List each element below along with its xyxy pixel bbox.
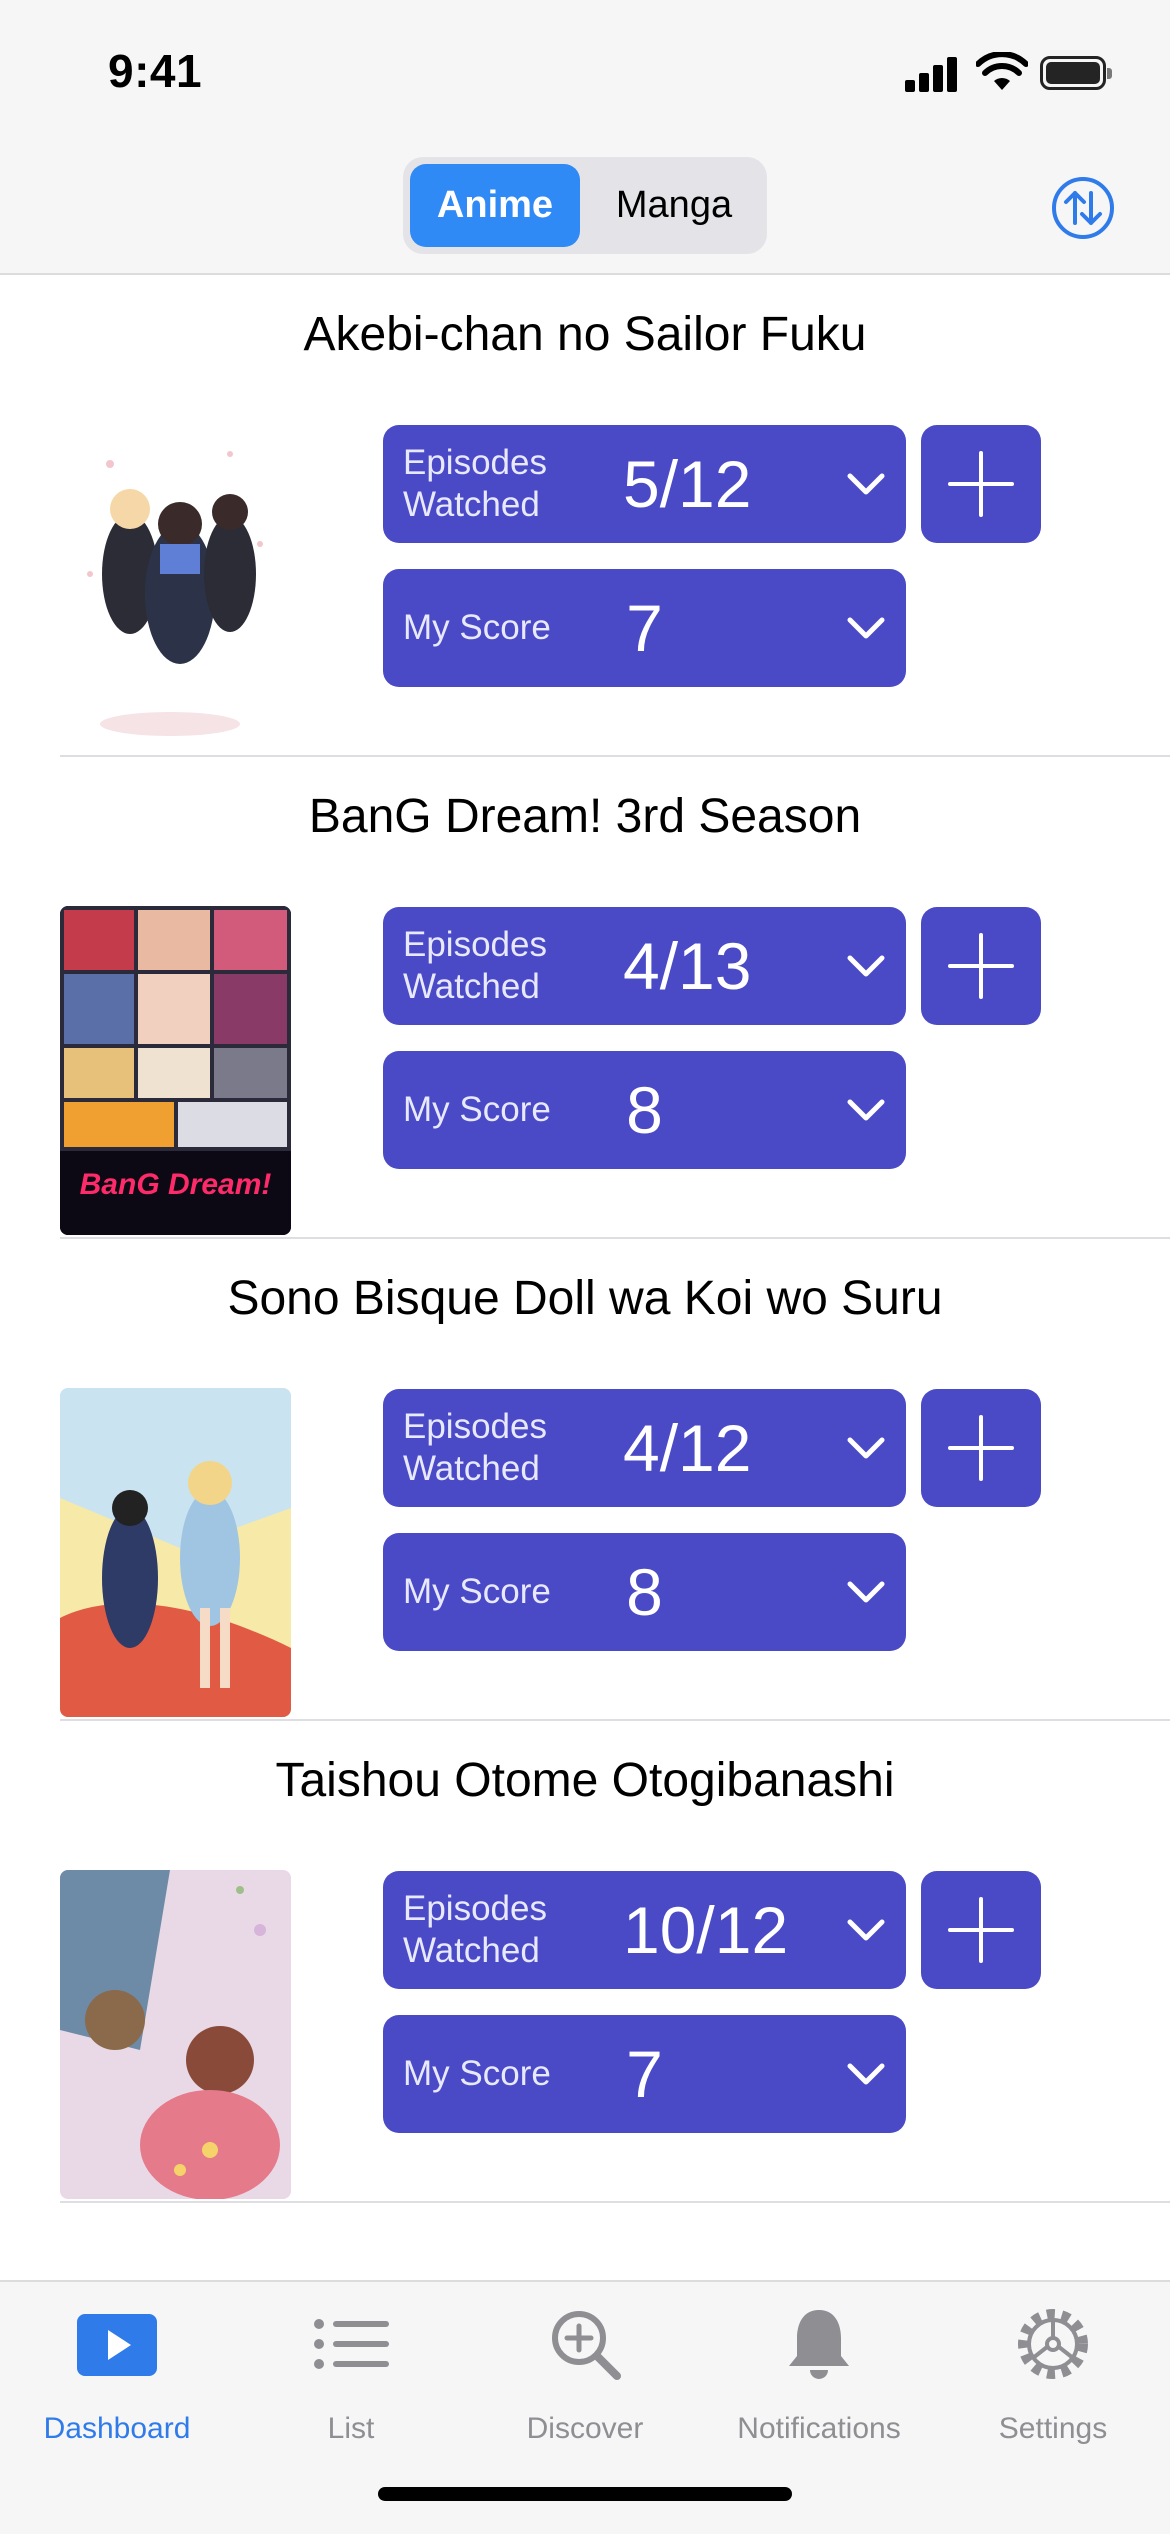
- plus-icon: [948, 1897, 1014, 1963]
- magnifier-plus-icon: [552, 2311, 621, 2380]
- episodes-watched-dropdown[interactable]: Episodes Watched 10/12: [383, 1871, 906, 1989]
- chevron-down-icon: [847, 473, 885, 495]
- home-indicator: [378, 2487, 792, 2501]
- poster-image[interactable]: [60, 424, 291, 753]
- anime-title: Sono Bisque Doll wa Koi wo Suru: [227, 1272, 943, 1325]
- my-score-dropdown[interactable]: My Score 7: [383, 569, 906, 687]
- segment-manga[interactable]: Manga: [588, 164, 760, 247]
- tab-settings[interactable]: Settings: [936, 2302, 1170, 2445]
- episodes-watched-dropdown[interactable]: Episodes Watched 4/12: [383, 1389, 906, 1507]
- chevron-down-icon: [847, 955, 885, 977]
- chevron-down-icon: [847, 1581, 885, 1603]
- chevron-down-icon: [847, 1919, 885, 1941]
- play-rectangle-icon: [77, 2314, 157, 2376]
- list-item: BanG Dream! 3rd Season BanG Dream! Episo…: [0, 757, 1170, 1239]
- battery-icon: [1040, 56, 1112, 90]
- chevron-down-icon: [847, 617, 885, 639]
- anime-title: Taishou Otome Otogibanashi: [275, 1754, 895, 1807]
- episodes-label: Episodes Watched: [403, 925, 547, 1006]
- score-value: 8: [626, 1073, 663, 1147]
- poster-image[interactable]: BanG Dream!: [60, 906, 291, 1235]
- gear-icon: [1018, 2309, 1088, 2379]
- list-icon: [314, 2319, 389, 2369]
- episodes-label: Episodes Watched: [403, 1407, 547, 1488]
- episodes-watched-dropdown[interactable]: Episodes Watched 5/12: [383, 425, 906, 543]
- tab-notifications[interactable]: Notifications: [702, 2302, 936, 2445]
- plus-icon: [948, 1415, 1014, 1481]
- episodes-value: 4/13: [623, 929, 752, 1003]
- my-score-dropdown[interactable]: My Score 7: [383, 2015, 906, 2133]
- segment-anime[interactable]: Anime: [410, 164, 580, 247]
- tab-list[interactable]: List: [234, 2302, 468, 2445]
- status-time: 9:41: [108, 45, 203, 97]
- tab-label: Notifications: [737, 2412, 901, 2445]
- chevron-down-icon: [847, 1099, 885, 1121]
- chevron-down-icon: [847, 2063, 885, 2085]
- list-item: Akebi-chan no Sailor Fuku Episodes Watch…: [0, 275, 1170, 757]
- bell-icon: [789, 2310, 849, 2379]
- episodes-label: Episodes Watched: [403, 1889, 547, 1970]
- plus-icon: [948, 933, 1014, 999]
- add-episode-button[interactable]: [921, 1871, 1041, 1989]
- tab-discover[interactable]: Discover: [468, 2302, 702, 2445]
- cellular-signal-icon: [905, 56, 959, 92]
- my-score-dropdown[interactable]: My Score 8: [383, 1533, 906, 1651]
- sort-arrows-icon[interactable]: [1050, 175, 1116, 241]
- episodes-value: 10/12: [623, 1893, 789, 1967]
- wifi-icon: [976, 52, 1028, 90]
- anime-manga-segmented-control[interactable]: Anime Manga: [403, 157, 767, 254]
- tab-label: Dashboard: [43, 2412, 191, 2445]
- tab-dashboard[interactable]: Dashboard: [0, 2302, 234, 2445]
- poster-image[interactable]: [60, 1388, 291, 1717]
- tab-label: List: [327, 2412, 375, 2445]
- tab-label: Discover: [526, 2412, 644, 2445]
- plus-icon: [948, 451, 1014, 517]
- episodes-label: Episodes Watched: [403, 443, 547, 524]
- score-value: 7: [626, 591, 663, 665]
- add-episode-button[interactable]: [921, 425, 1041, 543]
- my-score-dropdown[interactable]: My Score 8: [383, 1051, 906, 1169]
- row-divider: [60, 2201, 1170, 2203]
- tab-label: Settings: [998, 2412, 1108, 2445]
- add-episode-button[interactable]: [921, 907, 1041, 1025]
- anime-title: BanG Dream! 3rd Season: [308, 790, 862, 843]
- chevron-down-icon: [847, 1437, 885, 1459]
- top-bar: 9:41 Anime Manga: [0, 0, 1170, 275]
- episodes-value: 5/12: [623, 447, 752, 521]
- list-item: Sono Bisque Doll wa Koi wo Suru Episodes…: [0, 1239, 1170, 1721]
- add-episode-button[interactable]: [921, 1389, 1041, 1507]
- score-value: 7: [626, 2037, 663, 2111]
- poster-logo: BanG Dream!: [79, 1168, 272, 1201]
- episodes-value: 4/12: [623, 1411, 752, 1485]
- episodes-watched-dropdown[interactable]: Episodes Watched 4/13: [383, 907, 906, 1025]
- list-item: Taishou Otome Otogibanashi Episodes Watc…: [0, 1721, 1170, 2203]
- anime-title: Akebi-chan no Sailor Fuku: [303, 308, 867, 361]
- poster-image[interactable]: [60, 1870, 291, 2199]
- score-value: 8: [626, 1555, 663, 1629]
